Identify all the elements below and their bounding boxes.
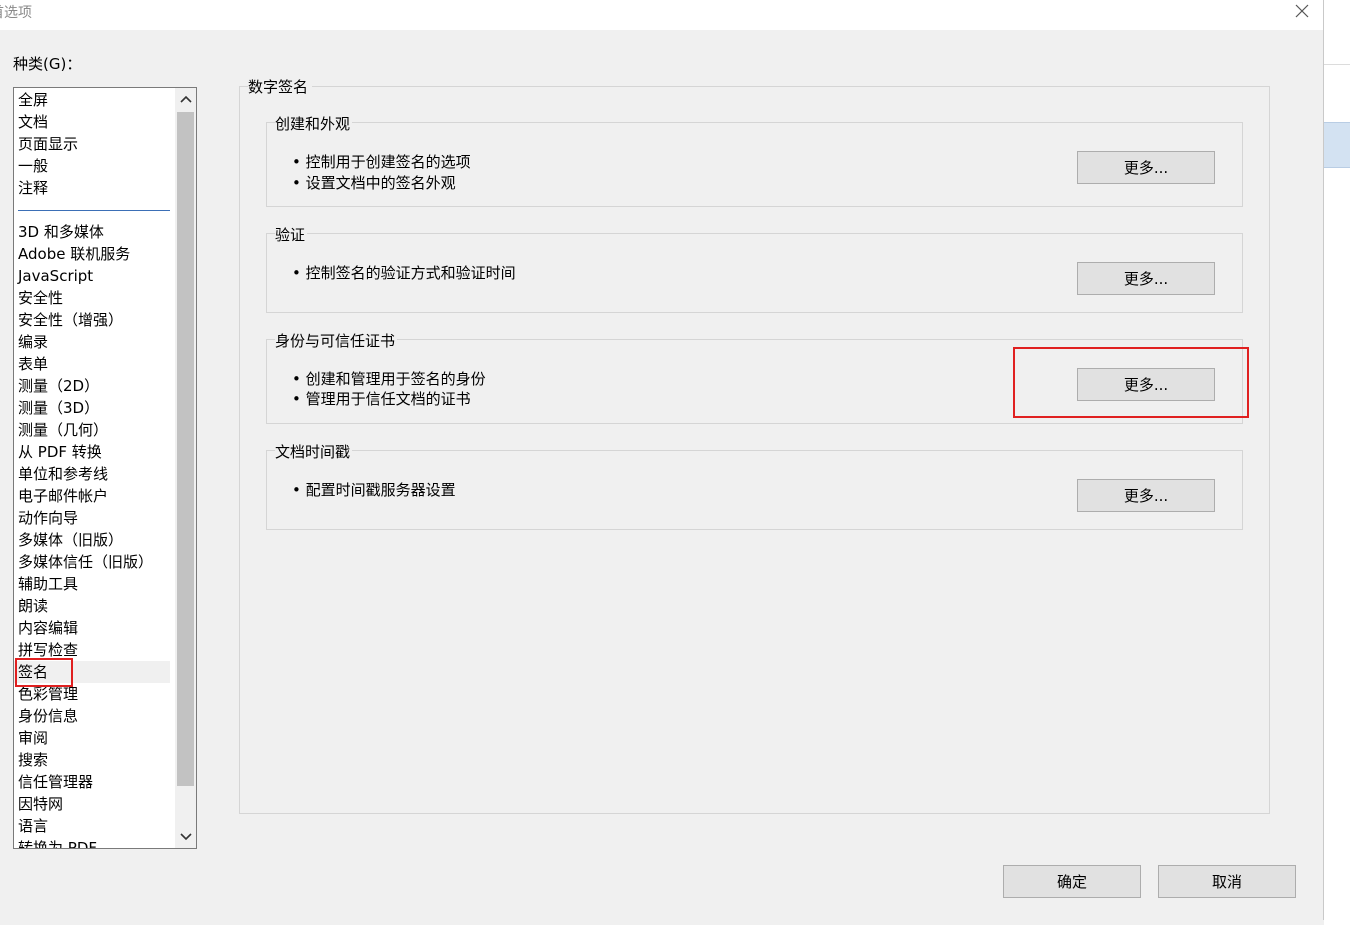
category-item-internet[interactable]: 因特网 — [18, 793, 174, 815]
section-creation-bullet-1: • 控制用于创建签名的选项 — [292, 153, 471, 171]
preferences-dialog: 首选项 种类(G)： 全屏 文档 页面显示 一般 注释 3D 和多媒体 Adob — [0, 0, 1324, 925]
category-item-review[interactable]: 审阅 — [18, 727, 174, 749]
category-separator — [18, 210, 170, 211]
scroll-down-button[interactable] — [175, 826, 196, 848]
category-item-content-editing[interactable]: 内容编辑 — [18, 617, 174, 639]
category-item-color-management[interactable]: 色彩管理 — [18, 683, 174, 705]
chevron-down-icon — [179, 833, 192, 841]
category-item-action-wizard[interactable]: 动作向导 — [18, 507, 174, 529]
category-item-3d-multimedia[interactable]: 3D 和多媒体 — [18, 221, 174, 243]
title-bar: 首选项 — [0, 0, 1323, 30]
ok-button[interactable]: 确定 — [1003, 865, 1141, 898]
category-item-adobe-online[interactable]: Adobe 联机服务 — [18, 243, 174, 265]
window-title: 首选项 — [0, 5, 32, 21]
scroll-thumb[interactable] — [177, 112, 194, 786]
section-title-timestamps: 文档时间戳 — [275, 441, 353, 462]
screen: 首选项 种类(G)： 全屏 文档 页面显示 一般 注释 3D 和多媒体 Adob — [0, 0, 1350, 925]
category-item-fullscreen[interactable]: 全屏 — [18, 89, 174, 111]
category-item-security[interactable]: 安全性 — [18, 287, 174, 309]
background-divider — [1324, 64, 1350, 65]
section-title-verification: 验证 — [275, 224, 308, 245]
category-item-convert-to-pdf[interactable]: 转换为 PDF — [18, 837, 174, 848]
category-item-identity[interactable]: 身份信息 — [18, 705, 174, 727]
category-item-trust-manager[interactable]: 信任管理器 — [18, 771, 174, 793]
category-item-multimedia-trust[interactable]: 多媒体信任（旧版） — [18, 551, 174, 573]
category-scrollbar[interactable] — [175, 88, 196, 848]
category-label: 种类(G)： — [13, 55, 82, 73]
section-verification-bullet-1: • 控制签名的验证方式和验证时间 — [292, 264, 516, 282]
category-item-email-accounts[interactable]: 电子邮件帐户 — [18, 485, 174, 507]
category-item-forms[interactable]: 表单 — [18, 353, 174, 375]
category-item-security-enhanced[interactable]: 安全性（增强） — [18, 309, 174, 331]
timestamps-more-button[interactable]: 更多... — [1077, 479, 1215, 512]
section-creation-bullet-2: • 设置文档中的签名外观 — [292, 174, 456, 192]
category-item-language[interactable]: 语言 — [18, 815, 174, 837]
group-title: 数字签名 — [248, 76, 313, 97]
identities-more-button[interactable]: 更多... — [1077, 368, 1215, 401]
category-item-commenting[interactable]: 注释 — [18, 177, 174, 199]
section-identities-bullet-1: • 创建和管理用于签名的身份 — [292, 370, 486, 388]
cancel-button[interactable]: 取消 — [1158, 865, 1296, 898]
creation-more-button[interactable]: 更多... — [1077, 151, 1215, 184]
category-item-units-guides[interactable]: 单位和参考线 — [18, 463, 174, 485]
category-item-measuring-3d[interactable]: 测量（3D） — [18, 397, 174, 419]
category-list[interactable]: 全屏 文档 页面显示 一般 注释 3D 和多媒体 Adobe 联机服务 Java… — [13, 87, 197, 849]
category-item-reading[interactable]: 朗读 — [18, 595, 174, 617]
category-item-signatures[interactable]: 签名 — [14, 661, 170, 683]
close-button[interactable] — [1284, 0, 1320, 22]
category-item-search[interactable]: 搜索 — [18, 749, 174, 771]
section-timestamps-bullet-1: • 配置时间戳服务器设置 — [292, 481, 456, 499]
section-identities-bullet-2: • 管理用于信任文档的证书 — [292, 390, 471, 408]
category-item-documents[interactable]: 文档 — [18, 111, 174, 133]
category-item-convert-from-pdf[interactable]: 从 PDF 转换 — [18, 441, 174, 463]
section-title-creation: 创建和外观 — [275, 113, 353, 134]
dialog-bottom-edge — [0, 920, 1324, 925]
background-window — [1324, 0, 1350, 925]
category-item-measuring-2d[interactable]: 测量（2D） — [18, 375, 174, 397]
category-item-multimedia-legacy[interactable]: 多媒体（旧版） — [18, 529, 174, 551]
category-item-javascript[interactable]: JavaScript — [18, 265, 174, 287]
close-icon — [1295, 4, 1309, 18]
category-item-catalog[interactable]: 编录 — [18, 331, 174, 353]
chevron-up-icon — [179, 95, 192, 103]
category-item-measuring-geo[interactable]: 测量（几何） — [18, 419, 174, 441]
category-item-spelling[interactable]: 拼写检查 — [18, 639, 174, 661]
verification-more-button[interactable]: 更多... — [1077, 262, 1215, 295]
category-item-accessibility[interactable]: 辅助工具 — [18, 573, 174, 595]
category-item-page-display[interactable]: 页面显示 — [18, 133, 174, 155]
background-selected-row — [1324, 122, 1350, 168]
category-item-general[interactable]: 一般 — [18, 155, 174, 177]
scroll-up-button[interactable] — [175, 88, 196, 110]
section-title-identities: 身份与可信任证书 — [275, 330, 398, 351]
